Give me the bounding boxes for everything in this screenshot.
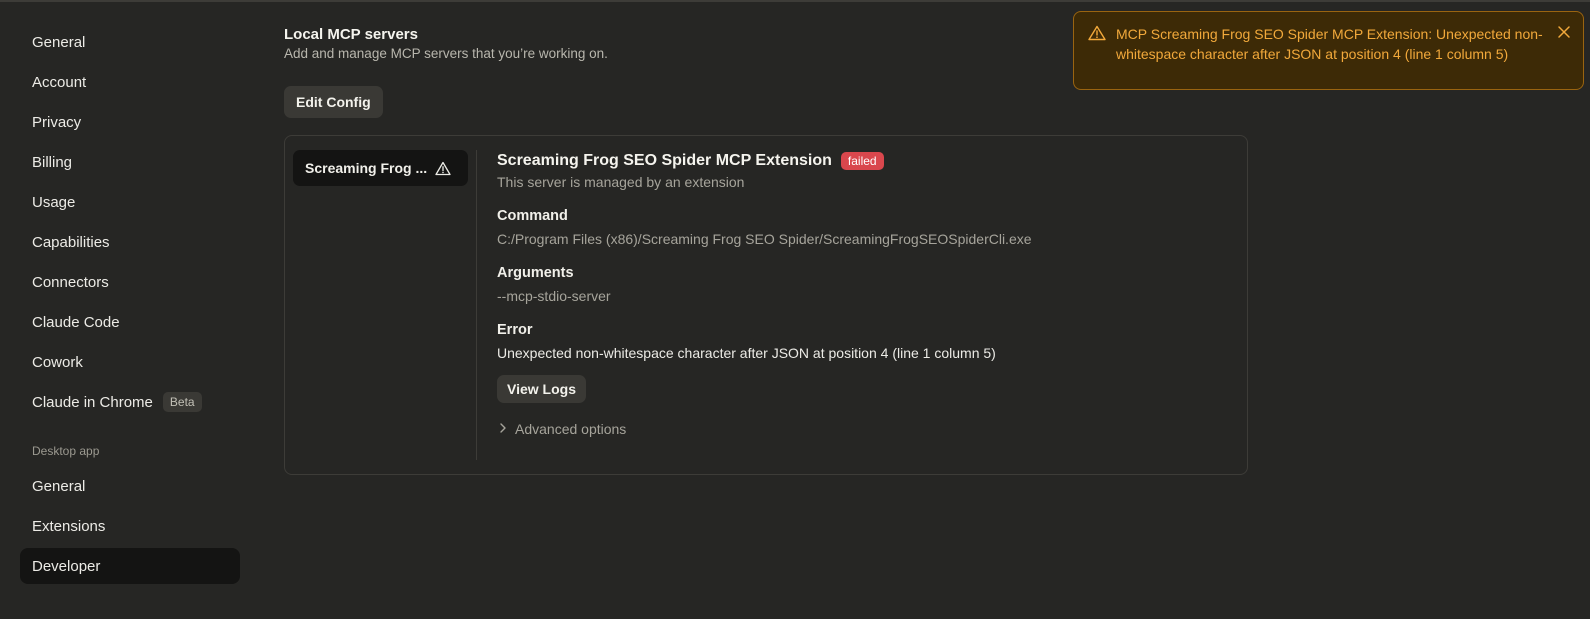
- sidebar-item-label: General: [32, 477, 86, 495]
- advanced-options-label: Advanced options: [515, 421, 627, 437]
- sidebar-item-privacy[interactable]: Privacy: [20, 104, 240, 140]
- top-divider: [0, 0, 1590, 2]
- toast-message: MCP Screaming Frog SEO Spider MCP Extens…: [1116, 26, 1543, 62]
- sidebar-item-desktop-general[interactable]: General: [20, 468, 240, 504]
- close-icon[interactable]: [1557, 25, 1571, 44]
- main-content: Local MCP servers Add and manage MCP ser…: [284, 26, 1248, 475]
- advanced-options-toggle[interactable]: Advanced options: [497, 421, 1227, 437]
- view-logs-button[interactable]: View Logs: [497, 375, 586, 403]
- server-detail: Screaming Frog SEO Spider MCP Extension …: [477, 136, 1247, 474]
- sidebar-item-claude-code[interactable]: Claude Code: [20, 304, 240, 340]
- sidebar-item-label: Claude Code: [32, 313, 120, 331]
- server-list-item[interactable]: Screaming Frog ...: [293, 150, 468, 186]
- sidebar-item-label: Developer: [32, 557, 101, 575]
- sidebar-item-billing[interactable]: Billing: [20, 144, 240, 180]
- error-label: Error: [497, 322, 533, 338]
- command-value: C:/Program Files (x86)/Screaming Frog SE…: [497, 231, 1032, 247]
- sidebar-item-capabilities[interactable]: Capabilities: [20, 224, 240, 260]
- settings-sidebar: General Account Privacy Billing Usage Ca…: [20, 24, 240, 588]
- sidebar-item-connectors[interactable]: Connectors: [20, 264, 240, 300]
- command-label: Command: [497, 208, 568, 224]
- warning-icon: [435, 161, 451, 176]
- managed-note: This server is managed by an extension: [497, 174, 745, 190]
- sidebar-item-label: Cowork: [32, 353, 83, 371]
- sidebar-item-label: Privacy: [32, 113, 82, 131]
- sidebar-item-label: Capabilities: [32, 233, 110, 251]
- sidebar-item-general[interactable]: General: [20, 24, 240, 60]
- arguments-value: --mcp-stdio-server: [497, 288, 611, 304]
- sidebar-item-developer[interactable]: Developer: [20, 548, 240, 584]
- server-list-item-label: Screaming Frog ...: [305, 160, 428, 176]
- error-toast: MCP Screaming Frog SEO Spider MCP Extens…: [1073, 11, 1584, 90]
- sidebar-item-claude-in-chrome[interactable]: Claude in Chrome Beta: [20, 384, 240, 420]
- sidebar-item-label: Connectors: [32, 273, 109, 291]
- sidebar-item-label: Extensions: [32, 517, 106, 535]
- warning-icon: [1088, 25, 1106, 77]
- sidebar-item-cowork[interactable]: Cowork: [20, 344, 240, 380]
- sidebar-item-account[interactable]: Account: [20, 64, 240, 100]
- sidebar-item-label: Account: [32, 73, 87, 91]
- beta-badge: Beta: [162, 392, 202, 412]
- arguments-label: Arguments: [497, 265, 574, 281]
- sidebar-item-usage[interactable]: Usage: [20, 184, 240, 220]
- edit-config-button[interactable]: Edit Config: [284, 86, 383, 118]
- status-badge: failed: [840, 152, 884, 170]
- server-title: Screaming Frog SEO Spider MCP Extension: [497, 152, 832, 169]
- error-value: Unexpected non-whitespace character afte…: [497, 345, 996, 361]
- sidebar-item-label: Billing: [32, 153, 73, 171]
- sidebar-item-label: Usage: [32, 193, 76, 211]
- sidebar-item-extensions[interactable]: Extensions: [20, 508, 240, 544]
- server-list: Screaming Frog ...: [285, 150, 477, 460]
- sidebar-item-label: General: [32, 33, 86, 51]
- mcp-server-panel: Screaming Frog ... Screaming Frog SEO Sp…: [284, 135, 1248, 475]
- sidebar-item-label: Claude in Chrome: [32, 393, 153, 411]
- chevron-right-icon: [497, 421, 515, 437]
- desktop-app-section-label: Desktop app: [32, 444, 100, 458]
